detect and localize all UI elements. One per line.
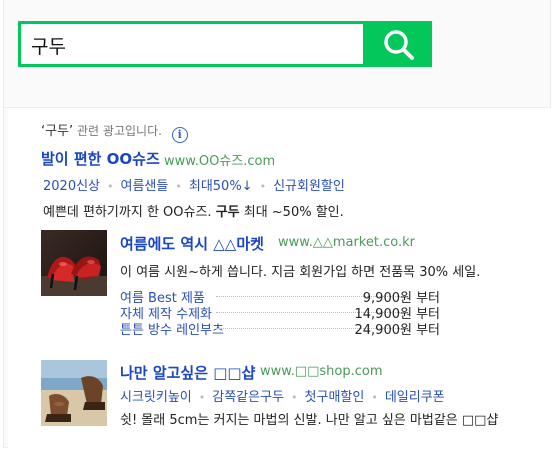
ad-1-desc-keyword: 구두 bbox=[215, 205, 240, 220]
ad-3-sitelinks: 시크릿키높이 • 감쪽같은구두 • 첫구매할인 • 데일리쿠폰 bbox=[120, 386, 445, 405]
sitelink[interactable]: 신규회원할인 bbox=[273, 179, 345, 194]
ad-results: ‘구두’ 관련 광고입니다. i 발이 편한 OO슈즈 www.OO슈즈.com… bbox=[8, 108, 552, 448]
ad-1-desc-text: 예쁜데 편하기까지 한 OO슈즈. bbox=[43, 205, 216, 220]
sitelink[interactable]: 최대50%↓ bbox=[189, 179, 253, 194]
info-icon[interactable]: i bbox=[171, 127, 188, 143]
sitelink[interactable]: 데일리쿠폰 bbox=[385, 390, 445, 405]
search-button[interactable] bbox=[366, 21, 432, 67]
red-high-heels-image[interactable] bbox=[41, 230, 107, 296]
ad-1-title[interactable]: 발이 편한 OO슈즈 bbox=[41, 148, 160, 169]
sitelink[interactable]: 시크릿키높이 bbox=[120, 390, 192, 405]
sitelink-separator: • bbox=[198, 391, 206, 404]
sitelink[interactable]: 감쪽같은구두 bbox=[212, 390, 284, 405]
header-divider bbox=[4, 73, 550, 108]
ad-1-url[interactable]: www.OO슈즈.com bbox=[164, 150, 275, 169]
ad-notice: ‘구두’ 관련 광고입니다. i bbox=[41, 120, 188, 143]
page-frame: ‘구두’ 관련 광고입니다. i 발이 편한 OO슈즈 www.OO슈즈.com… bbox=[3, 0, 552, 448]
brown-shoes-beach-image[interactable] bbox=[41, 360, 107, 426]
sitelink-separator: • bbox=[175, 180, 182, 193]
sitelink[interactable]: 첫구매할인 bbox=[305, 390, 365, 405]
ad-notice-text: 관련 광고입니다. bbox=[77, 124, 162, 138]
ad-1-description: 예쁜데 편하기까지 한 OO슈즈. 구두 최대 ~50% 할인. bbox=[43, 201, 344, 220]
ad-3-url[interactable]: www.□□shop.com bbox=[260, 364, 383, 379]
sitelink[interactable]: 2020신상 bbox=[43, 179, 100, 194]
ad-2-title[interactable]: 여름에도 역시 △△마켓 bbox=[120, 233, 264, 254]
search-icon bbox=[384, 30, 414, 60]
ad-3-title[interactable]: 나만 알고싶은 □□샵 bbox=[120, 362, 255, 383]
sitelink-separator: • bbox=[107, 180, 114, 193]
ad-1-sitelinks: 2020신상 • 여름샌들 • 최대50%↓ • 신규회원할인 bbox=[43, 175, 345, 194]
ad-2-url[interactable]: www.△△market.co.kr bbox=[278, 235, 415, 250]
sitelink-separator: • bbox=[291, 391, 298, 404]
sitelink[interactable]: 여름샌들 bbox=[121, 179, 169, 194]
sitelink-separator: • bbox=[259, 180, 267, 193]
price-item-value: 24,900원 부터 bbox=[354, 323, 441, 338]
sitelink-separator: • bbox=[371, 391, 378, 404]
ad-2-description: 이 여름 시원~하게 씁니다. 지금 회원가입 하면 전품목 30% 세일. bbox=[120, 265, 481, 280]
ad-notice-keyword: ‘구두’ bbox=[41, 124, 74, 139]
search-input[interactable] bbox=[31, 30, 351, 60]
ad-3-description: 쉿! 몰래 5cm는 커지는 마법의 신발. 나만 알고 싶은 마법같은 □□샵 bbox=[120, 413, 499, 428]
search-box[interactable] bbox=[18, 21, 366, 67]
price-item-name[interactable]: 튼튼 방수 레인부츠 bbox=[120, 319, 224, 338]
ad-1-desc-text-end: 최대 ~50% 할인. bbox=[239, 205, 344, 220]
